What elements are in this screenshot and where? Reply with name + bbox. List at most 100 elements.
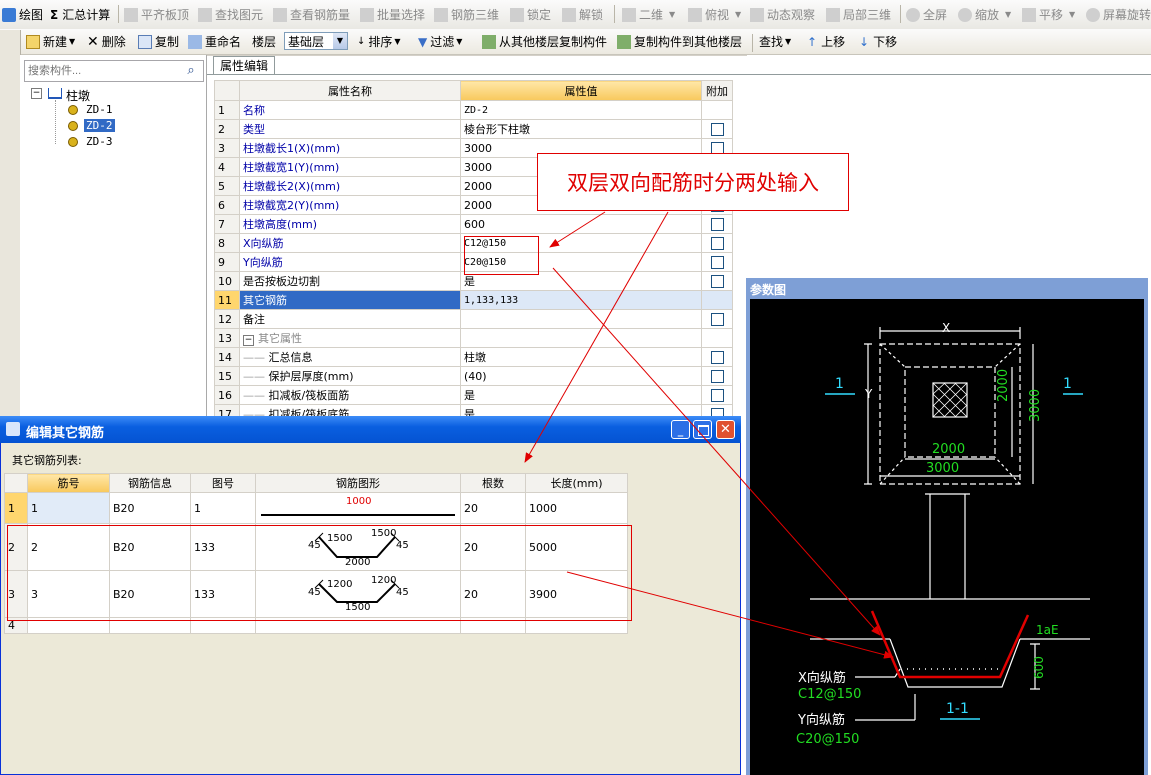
property-value[interactable]: ZD-2 [460, 100, 702, 120]
extra-cell [701, 290, 733, 310]
sort-dropdown[interactable]: ↓ 排序 ▼ [357, 29, 401, 54]
lock-button[interactable]: 锁定 [510, 0, 551, 29]
row-number: 2 [214, 119, 240, 139]
pan-dropdown[interactable]: 平移 ▼ [1022, 0, 1075, 29]
table-row-selected[interactable]: 11 其它钢筋 1,133,133 [214, 290, 733, 310]
extra-checkbox[interactable] [710, 274, 724, 288]
copy-button[interactable]: 复制 [138, 29, 179, 54]
2d-view-dropdown[interactable]: 二维 ▼ [622, 0, 675, 29]
collapse-toggle[interactable]: − [31, 88, 42, 99]
row-number: 16 [214, 385, 240, 405]
property-name: —— 保护层厚度(mm) [239, 366, 461, 386]
bar-no-cell[interactable]: 1 [27, 492, 110, 524]
shape-dim-top: 1000 [346, 495, 372, 507]
grid-corner [214, 80, 240, 101]
property-value[interactable]: 是 [460, 385, 702, 405]
plan-y-label: Y [865, 387, 873, 401]
property-value[interactable] [460, 309, 702, 329]
bar-info-cell[interactable]: B20 [109, 492, 191, 524]
dynamic-orbit-button[interactable]: 动态观察 [750, 0, 815, 29]
search-input[interactable] [24, 60, 204, 82]
property-value[interactable]: 600 [460, 214, 702, 234]
search-icon[interactable]: ⌕ [181, 62, 201, 80]
move-up-button[interactable]: ↑ 上移 [807, 29, 845, 54]
property-name: X向纵筋 [239, 233, 461, 253]
tree-item-zd-1[interactable]: ZD-1 [84, 103, 115, 116]
separator [118, 5, 119, 23]
extra-checkbox[interactable] [710, 369, 724, 383]
y-bar-label: Y向纵筋 [798, 713, 845, 728]
property-name: 名称 [239, 100, 461, 120]
maximize-button[interactable] [693, 420, 712, 439]
copy-to-floor-icon [617, 34, 631, 49]
section-mark-right: 1 [1063, 376, 1072, 392]
rename-button[interactable]: 重命名 [188, 29, 241, 54]
highlight-rebar-values [464, 236, 539, 275]
lock-icon [510, 7, 524, 22]
extra-checkbox[interactable] [710, 350, 724, 364]
find-dropdown[interactable]: 查找 ▼ [759, 29, 791, 54]
extra-checkbox[interactable] [710, 255, 724, 269]
table-row[interactable]: 16 —— 扣减板/筏板面筋是 [214, 385, 733, 405]
summary-calc-button[interactable]: Σ 汇总计算 [50, 0, 110, 29]
property-value[interactable]: 1,133,133 [460, 290, 702, 310]
top-view-dropdown[interactable]: 俯视 ▼ [688, 0, 741, 29]
table-row[interactable]: 1 1 B20 1 1000 20 1000 [4, 492, 628, 524]
table-row[interactable]: 1 名称 ZD-2 [214, 100, 733, 120]
find-element-button[interactable]: 查找图元 [198, 0, 263, 29]
dialog-titlebar[interactable]: 编辑其它钢筋 _ ✕ [0, 416, 741, 443]
zoom-dropdown[interactable]: 缩放 ▼ [958, 0, 1011, 29]
table-row[interactable]: 7 柱墩高度(mm) 600 [214, 214, 733, 234]
filter-dropdown[interactable]: ▼ 过滤 ▼ [418, 29, 462, 54]
separator [614, 5, 615, 23]
length-cell[interactable]: 1000 [525, 492, 628, 524]
unlock-button[interactable]: 解锁 [562, 0, 603, 29]
extra-checkbox[interactable] [710, 217, 724, 231]
property-value[interactable]: 棱台形下柱墩 [460, 119, 702, 139]
move-down-button[interactable]: ↓ 下移 [859, 29, 897, 54]
table-row[interactable]: 14 —— 汇总信息 柱墩 [214, 347, 733, 367]
property-name: 柱墩截长1(X)(mm) [239, 138, 461, 158]
tree-item-zd-2[interactable]: ZD-2 [84, 119, 115, 132]
arrow-down-icon: ↓ [859, 34, 870, 49]
draw-button[interactable]: 绘图 [2, 0, 43, 29]
property-value[interactable]: (40) [460, 366, 702, 386]
extra-checkbox[interactable] [710, 236, 724, 250]
property-value[interactable]: 柱墩 [460, 347, 702, 367]
table-row[interactable]: 15 —— 保护层厚度(mm) (40) [214, 366, 733, 386]
extra-checkbox[interactable] [710, 312, 724, 326]
rebar-3d-button[interactable]: 钢筋三维 [434, 0, 499, 29]
tree-item-zd-3[interactable]: ZD-3 [84, 135, 115, 148]
tab-property-edit[interactable]: 属性编辑 [213, 56, 275, 75]
new-button[interactable]: 新建 ▼ [26, 29, 75, 54]
copy-to-floor-button[interactable]: 复制构件到其他楼层 [617, 29, 742, 54]
tab-underline [207, 74, 1151, 75]
dim-y [864, 343, 872, 485]
table-row[interactable]: 12 备注 [214, 309, 733, 329]
delete-button[interactable]: ✕ 删除 [87, 29, 126, 54]
collapse-toggle[interactable]: − [243, 335, 254, 346]
table-row[interactable]: 2 类型 棱台形下柱墩 [214, 119, 733, 139]
table-row-group[interactable]: 13− 其它属性 [214, 328, 733, 348]
close-button[interactable]: ✕ [716, 420, 735, 439]
figure-no-cell[interactable]: 1 [190, 492, 256, 524]
sigma-icon: Σ [50, 7, 59, 22]
count-cell[interactable]: 20 [460, 492, 526, 524]
row-number: 6 [214, 195, 240, 215]
extra-checkbox[interactable] [710, 122, 724, 136]
floor-select[interactable]: 基础层 ▼ [284, 32, 348, 50]
straight-bar-shape [261, 513, 455, 516]
screen-rotate-button[interactable]: 屏幕旋转 [1086, 0, 1151, 29]
align-slab-top-button[interactable]: 平齐板顶 [124, 0, 189, 29]
local-3d-button[interactable]: 局部三维 [826, 0, 891, 29]
copy-from-floor-button[interactable]: 从其他楼层复制构件 [482, 29, 607, 54]
extra-checkbox[interactable] [710, 388, 724, 402]
fullscreen-button[interactable]: 全屏 [906, 0, 947, 29]
batch-select-button[interactable]: 批量选择 [360, 0, 425, 29]
view-rebar-qty-button[interactable]: 查看钢筋量 [273, 0, 350, 29]
rename-icon [188, 34, 202, 49]
header-figure-no: 图号 [190, 473, 256, 493]
plan-dim-3000-vertical: 3000 [1028, 388, 1043, 422]
tree-root-label[interactable]: 柱墩 [66, 87, 90, 104]
minimize-button[interactable]: _ [671, 420, 690, 439]
